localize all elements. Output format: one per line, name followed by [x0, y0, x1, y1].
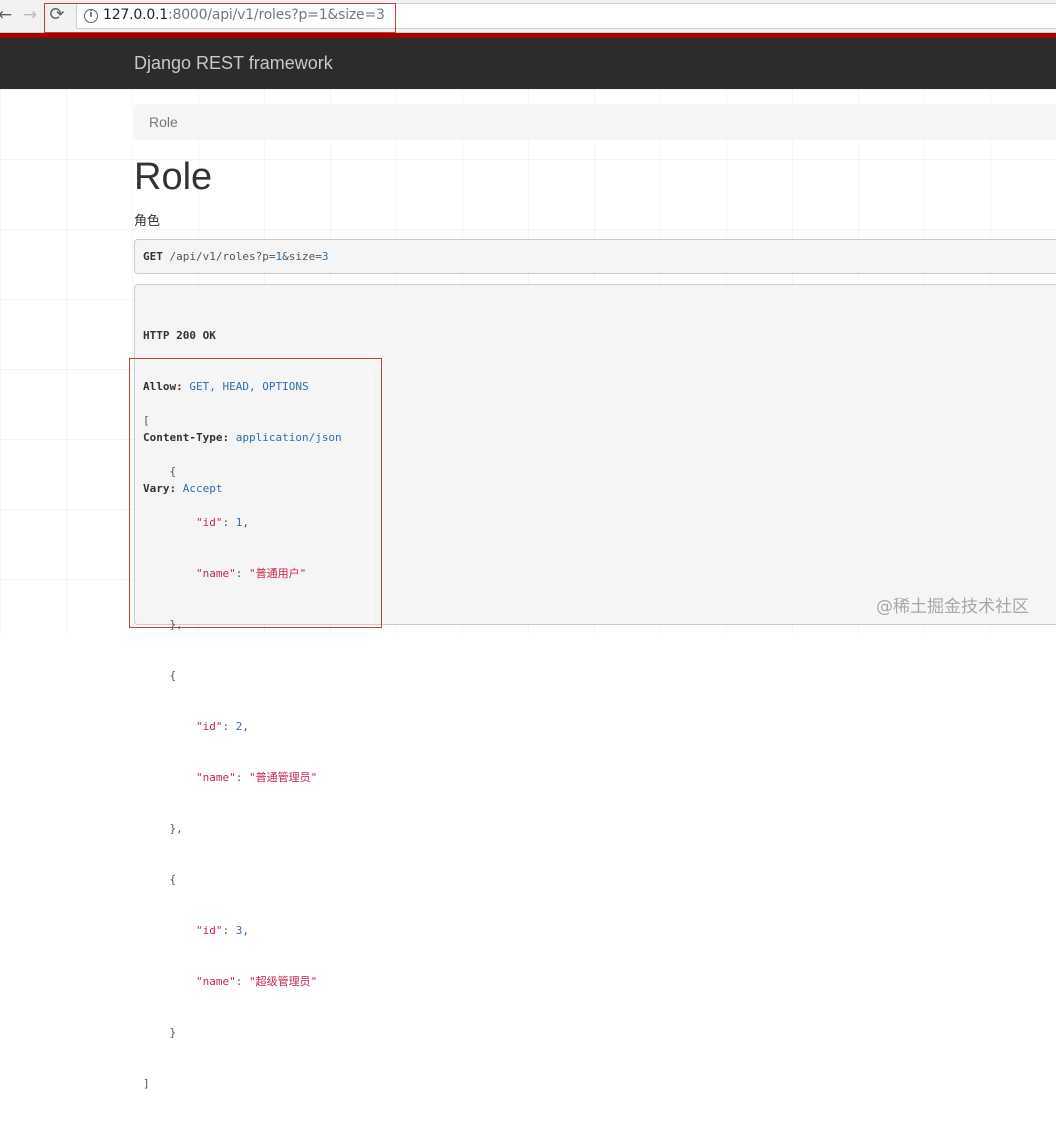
response-info: HTTP 200 OK Allow: GET, HEAD, OPTIONS Co…: [134, 284, 1056, 1090]
browser-toolbar: ← → ⟳ i 127.0.0.1:8000/api/v1/roles?p=1&…: [0, 0, 1056, 33]
navbar-brand[interactable]: Django REST framework: [134, 53, 333, 74]
json-row-id: "id": 3,: [195, 924, 249, 937]
query-key-size: size: [288, 250, 316, 263]
json-row-id: "id": 2,: [195, 720, 249, 733]
address-bar[interactable]: i 127.0.0.1:8000/api/v1/roles?p=1&size=3: [76, 3, 1056, 29]
reload-icon[interactable]: ⟳: [46, 4, 68, 26]
query-key-p: p: [262, 250, 269, 263]
json-row-name: "name": "普通用户": [195, 567, 307, 580]
response-status: HTTP 200 OK: [143, 329, 216, 342]
query-amp: &: [282, 250, 289, 263]
request-line: GET /api/v1/roles?p=1&size=3: [143, 250, 329, 263]
json-row-name: "name": "普通管理员": [195, 771, 318, 784]
request-info: GET /api/v1/roles?p=1&size=3: [134, 239, 1056, 274]
info-icon[interactable]: i: [84, 9, 98, 23]
url-path: :8000/api/v1/roles?p=1&size=3: [168, 7, 385, 23]
response-json-body: [ { "id": 1, "name": "普通用户" }, { "id": 2…: [143, 414, 318, 1090]
request-path: /api/v1/roles: [169, 250, 256, 263]
page-description: 角色: [134, 214, 161, 229]
watermark: @稀土掘金技术社区: [876, 597, 1029, 617]
json-row-id: "id": 1,: [195, 516, 249, 529]
page-title: Role: [134, 156, 213, 198]
navbar: Django REST framework: [0, 38, 1056, 89]
breadcrumb-item-role[interactable]: Role: [149, 114, 178, 130]
arrow-left-icon[interactable]: ←: [0, 4, 16, 26]
url-host: 127.0.0.1: [103, 7, 168, 23]
request-method: GET: [143, 250, 163, 263]
arrow-right-icon[interactable]: →: [19, 4, 41, 26]
url-text[interactable]: 127.0.0.1:8000/api/v1/roles?p=1&size=3: [103, 7, 385, 23]
json-row-name: "name": "超级管理员": [195, 975, 318, 988]
breadcrumb: Role: [134, 104, 1056, 140]
query-val-size: 3: [321, 250, 329, 263]
